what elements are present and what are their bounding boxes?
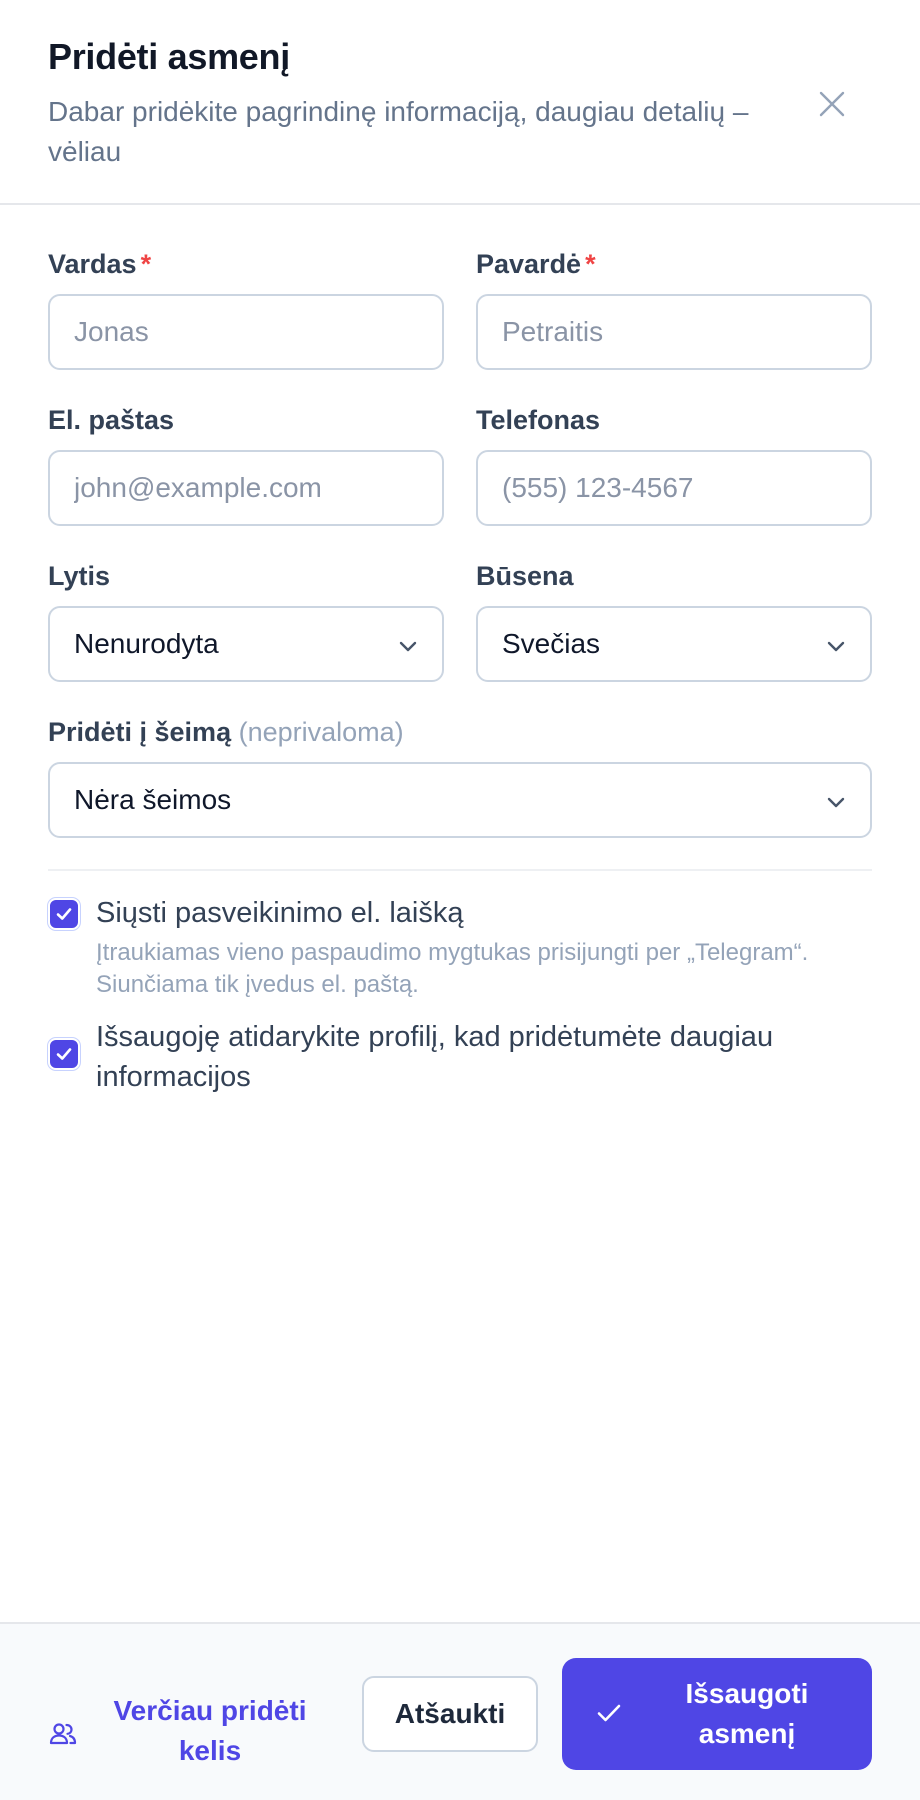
chevron-down-icon — [827, 641, 845, 652]
close-button[interactable] — [808, 80, 856, 128]
phone-label: Telefonas — [476, 405, 601, 435]
chevron-down-icon — [827, 797, 845, 808]
family-label: Pridėti į šeimą (neprivaloma) — [48, 717, 404, 748]
last-name-input[interactable] — [476, 294, 872, 370]
close-icon — [819, 91, 845, 117]
open-profile-checkbox[interactable] — [50, 1040, 78, 1068]
check-icon — [597, 1704, 621, 1722]
welcome-email-checkbox[interactable] — [50, 900, 78, 928]
welcome-email-option: Siųsti pasveikinimo el. laišką Įtraukiam… — [48, 891, 872, 1001]
gender-select[interactable]: Nenurodyta — [48, 606, 444, 682]
open-profile-option: Išsaugoję atidarykite profilį, kad pridė… — [48, 1017, 872, 1107]
family-label-text: Pridėti į šeimą — [48, 717, 232, 747]
status-label: Būsena — [476, 561, 574, 591]
family-select[interactable]: Nėra šeimos — [48, 762, 872, 838]
status-select[interactable]: Svečias — [476, 606, 872, 682]
status-selected-value: Svečias — [502, 628, 601, 659]
save-label-line2: asmenį — [698, 1718, 796, 1749]
check-icon — [56, 908, 72, 920]
save-person-button[interactable]: Išsaugoti asmenį — [562, 1658, 872, 1770]
required-mark: * — [585, 249, 596, 279]
required-mark: * — [140, 249, 152, 279]
cancel-button[interactable]: Atšaukti — [362, 1676, 538, 1752]
gender-label: Lytis — [48, 561, 111, 591]
email-label: El. paštas — [48, 405, 175, 435]
last-name-label-text: Pavardė — [476, 249, 582, 279]
dialog-header: Pridėti asmenį Dabar pridėkite pagrindin… — [0, 0, 920, 205]
open-profile-label-line1: Išsaugoję atidarykite profilį, kad pridė… — [96, 1021, 774, 1053]
optional-hint: (neprivaloma) — [238, 717, 404, 747]
chevron-down-icon — [399, 641, 417, 652]
first-name-label: Vardas * — [48, 249, 151, 280]
first-name-input[interactable] — [48, 294, 444, 370]
last-name-label: Pavardė * — [476, 249, 596, 280]
dialog-title: Pridėti asmenį — [48, 36, 290, 77]
email-input[interactable] — [48, 450, 444, 526]
dialog-footer: Verčiau pridėti kelis Atšaukti Išsaugoti… — [0, 1622, 920, 1800]
family-selected-value: Nėra šeimos — [74, 784, 232, 815]
gender-selected-value: Nenurodyta — [74, 628, 219, 659]
add-multiple-button[interactable]: Verčiau pridėti kelis — [48, 1679, 328, 1789]
add-multiple-label-line2: kelis — [178, 1735, 242, 1766]
welcome-email-label: Siųsti pasveikinimo el. laišką — [96, 897, 464, 929]
welcome-email-help-line2: Siunčiama tik įvedus el. paštą. — [96, 971, 419, 998]
open-profile-label-line2: informacijos — [96, 1061, 251, 1093]
save-label-line1: Išsaugoti — [685, 1678, 809, 1709]
section-divider — [48, 869, 872, 871]
first-name-label-text: Vardas — [48, 249, 137, 279]
add-multiple-label-line1: Verčiau pridėti — [113, 1695, 307, 1726]
users-icon — [49, 1723, 77, 1745]
check-icon — [56, 1048, 72, 1060]
dialog-subtitle: Dabar pridėkite pagrindinę informaciją, … — [48, 96, 749, 167]
welcome-email-help-line1: Įtraukiamas vieno paspaudimo mygtukas pr… — [96, 939, 809, 966]
phone-input[interactable] — [476, 450, 872, 526]
